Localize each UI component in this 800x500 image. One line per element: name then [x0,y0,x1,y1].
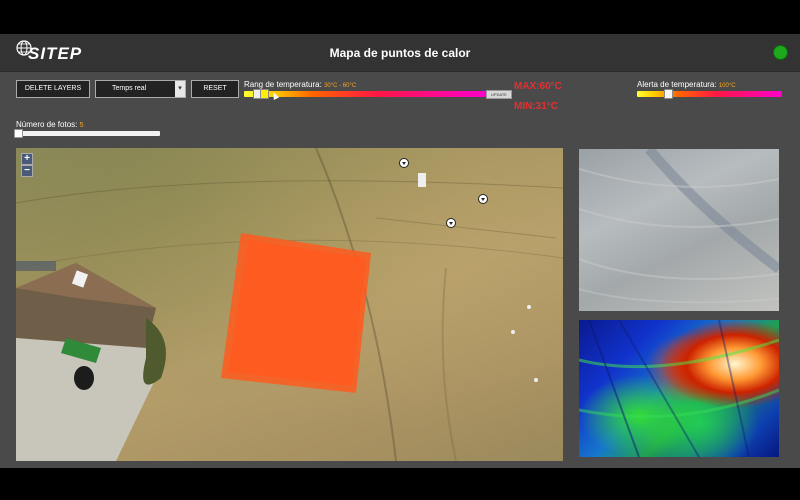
delete-layers-button[interactable]: DELETE LAYERS [16,80,90,98]
photos-count-label-text: Número de fotos: [16,120,78,129]
visible-photo-texture [579,149,779,304]
thermal-photo-texture [579,320,779,457]
map-pin-icon[interactable] [399,158,409,168]
app-window: SITEP Mapa de puntos de calor DELETE LAY… [0,34,800,468]
temperature-alert-label-text: Alerta de temperatura: [637,80,717,89]
map-pin-icon[interactable] [446,218,456,228]
aerial-map[interactable]: + − [16,148,563,461]
mode-select-value: Temps real [112,85,147,92]
heat-zone-inner[interactable] [228,240,366,386]
range-max-handle[interactable] [260,89,269,99]
zoom-in-button[interactable]: + [21,153,33,165]
thermal-photo[interactable] [579,320,779,457]
photos-count-slider[interactable] [14,129,160,138]
temperature-range-label-text: Rang de temperatura: [244,80,322,89]
status-indicator [773,45,788,60]
temperature-alert-label: Alerta de temperatura: 100°C [637,80,736,89]
update-button[interactable]: UPDATE [486,90,512,99]
header-bar: SITEP Mapa de puntos de calor [0,34,800,72]
photos-count-value: 5 [79,122,84,129]
temperature-range-value: 30°C - 60°C [324,83,357,89]
min-temperature-readout: MIN:31°C [514,101,559,112]
visible-photo[interactable] [579,149,779,311]
temperature-alert-value: 100°C [718,83,736,89]
temperature-range-slider[interactable] [244,89,486,99]
photos-count-label: Número de fotos: 5 [16,120,84,129]
alert-handle[interactable] [664,89,673,99]
reset-button[interactable]: RESET [191,80,239,98]
page-title: Mapa de puntos de calor [329,46,471,60]
chevron-down-icon[interactable]: ▾ [175,81,185,97]
temperature-range-label: Rang de temperatura: 30°C - 60°C [244,80,356,89]
temperature-alert-slider[interactable] [637,89,782,99]
mode-select[interactable]: Temps real ▾ [95,80,186,98]
photos-count-handle[interactable] [14,129,23,138]
max-temperature-readout: MAX:60°C [514,81,562,92]
map-pin-icon[interactable] [478,194,488,204]
zoom-out-button[interactable]: − [21,165,33,177]
